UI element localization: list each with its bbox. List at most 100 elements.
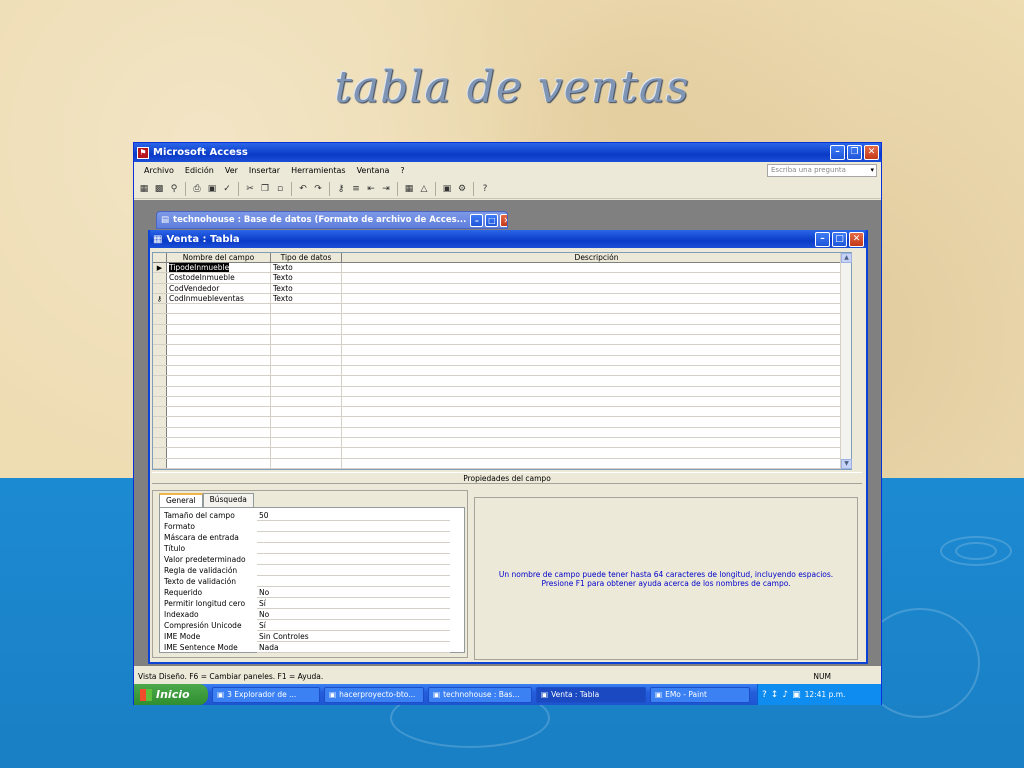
- description-cell[interactable]: [342, 376, 851, 385]
- table-row[interactable]: [153, 345, 851, 356]
- field-name-cell[interactable]: TipodeInmueble: [167, 263, 271, 273]
- description-cell[interactable]: [342, 263, 851, 272]
- description-cell[interactable]: [342, 356, 851, 365]
- builder-icon[interactable]: ≡: [350, 183, 362, 195]
- network-icon[interactable]: ↕: [771, 690, 779, 700]
- data-type-cell[interactable]: Texto: [271, 283, 342, 293]
- table-row[interactable]: [153, 407, 851, 418]
- taskbar-button[interactable]: ▣ hacerproyecto-bto...: [324, 686, 424, 703]
- table-row[interactable]: [153, 304, 851, 315]
- preview-icon[interactable]: ▣: [206, 183, 218, 195]
- table-row[interactable]: [153, 335, 851, 346]
- data-type-cell[interactable]: [271, 365, 342, 376]
- field-name-cell[interactable]: [167, 458, 271, 468]
- menu-herramientas[interactable]: Herramientas: [291, 166, 346, 175]
- data-type-cell[interactable]: [271, 335, 342, 345]
- search-icon[interactable]: ⚲: [168, 183, 180, 195]
- field-name-cell[interactable]: [167, 365, 271, 376]
- taskbar-button[interactable]: ▣ Venta : Tabla: [536, 686, 646, 703]
- property-value[interactable]: [257, 521, 450, 532]
- menu-ventana[interactable]: Ventana: [357, 166, 390, 175]
- row-selector[interactable]: [153, 407, 167, 417]
- taskbar-button[interactable]: ▣ EMo - Paint: [650, 686, 750, 703]
- grid-scrollbar[interactable]: ▲ ▼: [840, 253, 852, 469]
- scroll-down-icon[interactable]: ▼: [841, 459, 852, 469]
- data-type-cell[interactable]: Texto: [271, 293, 342, 304]
- db-minimize-button[interactable]: –: [470, 213, 484, 227]
- description-cell[interactable]: [342, 417, 851, 426]
- description-cell[interactable]: [342, 273, 851, 282]
- table-row[interactable]: [153, 458, 851, 469]
- data-type-cell[interactable]: [271, 355, 342, 365]
- table-row[interactable]: [153, 386, 851, 397]
- description-cell[interactable]: [342, 345, 851, 354]
- description-cell[interactable]: [342, 448, 851, 457]
- field-name-cell[interactable]: [167, 386, 271, 396]
- table-row[interactable]: CostodeInmueble Texto: [153, 273, 851, 284]
- field-name-cell[interactable]: CodVendedor: [167, 283, 271, 293]
- print-icon[interactable]: ⎙: [191, 183, 203, 195]
- insert-rows-icon[interactable]: ⇤: [365, 183, 377, 195]
- tab-busqueda[interactable]: Búsqueda: [202, 493, 254, 507]
- row-selector[interactable]: [153, 396, 167, 407]
- table-row[interactable]: CodVendedor Texto: [153, 283, 851, 294]
- data-type-cell[interactable]: [271, 448, 342, 458]
- column-header-description[interactable]: Descripción: [342, 253, 851, 262]
- tab-general[interactable]: General: [159, 493, 203, 507]
- help-tray-icon[interactable]: ?: [762, 690, 767, 700]
- table-row[interactable]: [153, 448, 851, 459]
- menu-ver[interactable]: Ver: [225, 166, 238, 175]
- row-selector[interactable]: [153, 365, 167, 376]
- column-header-data-type[interactable]: Tipo de datos: [271, 253, 342, 262]
- data-type-cell[interactable]: [271, 417, 342, 427]
- start-button[interactable]: Inicio: [134, 684, 208, 705]
- row-selector[interactable]: [153, 335, 167, 345]
- property-value[interactable]: [257, 543, 450, 554]
- row-selector[interactable]: [153, 448, 167, 458]
- close-button[interactable]: ✕: [864, 145, 879, 160]
- property-value[interactable]: 50: [257, 510, 450, 521]
- data-type-cell[interactable]: Texto: [271, 273, 342, 283]
- monitor-icon[interactable]: ▣: [792, 690, 801, 700]
- description-cell[interactable]: [342, 438, 851, 447]
- menu-ayuda[interactable]: ?: [400, 166, 404, 175]
- property-value[interactable]: [257, 576, 450, 587]
- property-value[interactable]: Nada: [257, 642, 450, 653]
- field-name-cell[interactable]: [167, 417, 271, 427]
- property-value[interactable]: [257, 532, 450, 543]
- field-name-cell[interactable]: [167, 314, 271, 324]
- table-row[interactable]: ▶ TipodeInmueble Texto: [153, 263, 851, 274]
- property-value[interactable]: Sí: [257, 620, 450, 631]
- table-row[interactable]: [153, 417, 851, 428]
- table-row[interactable]: ⚷ CodInmuebleventas Texto: [153, 293, 851, 305]
- paste-icon[interactable]: ▫: [274, 183, 286, 195]
- minimize-button[interactable]: –: [830, 145, 845, 160]
- data-type-cell[interactable]: [271, 458, 342, 468]
- property-value[interactable]: No: [257, 587, 450, 598]
- row-selector[interactable]: [153, 355, 167, 365]
- field-name-cell[interactable]: [167, 376, 271, 386]
- table-row[interactable]: [153, 365, 851, 377]
- row-selector[interactable]: [153, 458, 167, 468]
- row-selector[interactable]: ⚷: [153, 293, 167, 304]
- data-type-cell[interactable]: [271, 304, 342, 314]
- row-selector[interactable]: [153, 438, 167, 448]
- field-name-cell[interactable]: [167, 304, 271, 314]
- data-type-cell[interactable]: [271, 345, 342, 355]
- field-name-cell[interactable]: CodInmuebleventas: [167, 293, 271, 304]
- primary-key-icon[interactable]: ⚷: [335, 183, 347, 195]
- field-name-cell[interactable]: [167, 438, 271, 448]
- volume-icon[interactable]: ♪: [782, 690, 788, 700]
- undo-icon[interactable]: ↶: [297, 183, 309, 195]
- table-row[interactable]: [153, 314, 851, 325]
- field-name-cell[interactable]: [167, 355, 271, 365]
- table-row[interactable]: [153, 427, 851, 439]
- view-icon[interactable]: ▦: [138, 183, 150, 195]
- description-cell[interactable]: [342, 294, 851, 303]
- table-row[interactable]: [153, 396, 851, 408]
- menu-insertar[interactable]: Insertar: [249, 166, 280, 175]
- help-question-box[interactable]: Escriba una pregunta: [767, 164, 877, 177]
- menu-edicion[interactable]: Edición: [185, 166, 214, 175]
- description-cell[interactable]: [342, 407, 851, 416]
- data-type-cell[interactable]: [271, 386, 342, 396]
